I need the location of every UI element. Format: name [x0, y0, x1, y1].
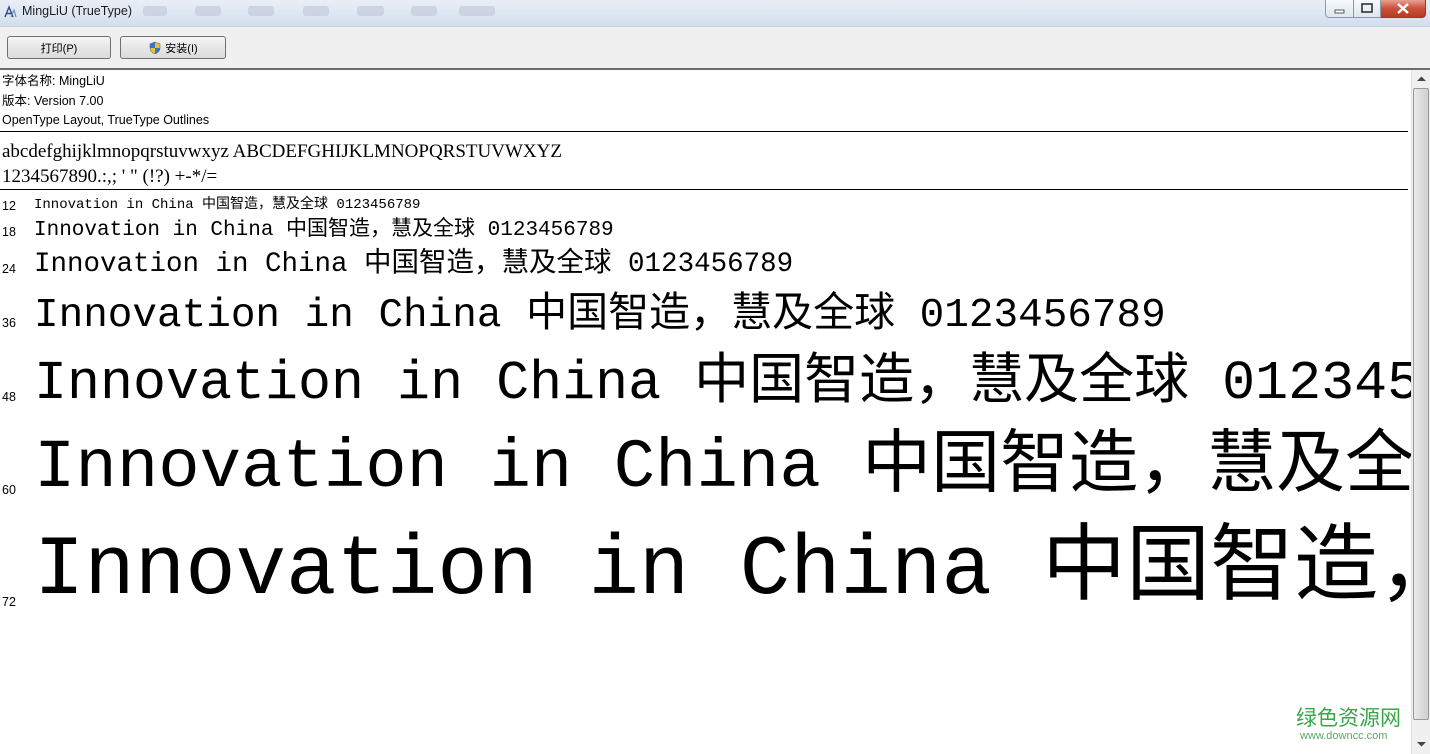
chevron-down-icon [1416, 741, 1426, 746]
charset-letters: abcdefghijklmnopqrstuvwxyz ABCDEFGHIJKLM… [2, 141, 562, 162]
sample-text: Innovation in China 中国智造，慧及全球 0123456789 [34, 352, 1411, 415]
font-name-line: 字体名称: MingLiU [2, 74, 105, 88]
blurred-menu-item [459, 6, 495, 16]
sample-text: Innovation in China 中国智造，慧及全球 0123456789 [34, 219, 614, 242]
scroll-up-button[interactable] [1412, 70, 1430, 87]
font-version-line: 版本: Version 7.00 [2, 93, 104, 108]
close-button[interactable] [1381, 0, 1426, 18]
font-info: 字体名称: MingLiU 版本: Version 7.00 OpenType … [2, 72, 209, 131]
size-label: 72 [2, 595, 16, 609]
sample-text: Innovation in China 中国智造，慧及全球 0123456789 [34, 293, 1166, 339]
uac-shield-icon [149, 41, 161, 54]
size-label: 24 [2, 262, 16, 276]
divider [0, 189, 1408, 190]
blurred-menu-item [195, 6, 221, 16]
minimize-button[interactable] [1325, 0, 1354, 18]
minimize-icon [1334, 9, 1345, 14]
chevron-up-icon [1416, 76, 1426, 81]
install-button-label: 安装(I) [165, 42, 198, 55]
title-bar[interactable]: MingLiU (TrueType) [0, 0, 1430, 27]
sample-text: Innovation in China 中国智造，慧及全球 0123456789 [34, 524, 1411, 619]
print-button-label: 打印(P) [40, 42, 78, 55]
blurred-menu-item [411, 6, 437, 16]
vertical-scrollbar[interactable] [1411, 70, 1430, 754]
size-label: 12 [2, 199, 16, 213]
scroll-down-button[interactable] [1412, 735, 1430, 752]
watermark-logo-text: 绿色资源网 [1296, 706, 1401, 730]
divider [0, 131, 1408, 132]
sample-text: Innovation in China 中国智造，慧及全球 0123456789 [34, 249, 794, 280]
blurred-menu-item [143, 6, 167, 16]
watermark-url: www.downcc.com [1300, 730, 1388, 742]
size-label: 60 [2, 483, 16, 497]
close-icon [1397, 3, 1409, 14]
font-preview-area: 字体名称: MingLiU 版本: Version 7.00 OpenType … [0, 70, 1411, 754]
window-title: MingLiU (TrueType) [22, 4, 132, 18]
sample-text: Innovation in China 中国智造，慧及全球 0123456789 [34, 429, 1411, 507]
font-type-line: OpenType Layout, TrueType Outlines [2, 113, 210, 127]
blurred-menu-item [248, 6, 274, 16]
toolbar: 打印(P) 安装(I) [0, 27, 1430, 70]
install-button[interactable]: 安装(I) [120, 36, 226, 59]
blurred-menu-item [303, 6, 329, 16]
print-button[interactable]: 打印(P) [7, 36, 111, 59]
sample-text: Innovation in China 中国智造，慧及全球 0123456789 [34, 197, 421, 213]
font-icon [4, 5, 17, 18]
scroll-thumb[interactable] [1413, 88, 1429, 720]
maximize-icon [1361, 3, 1373, 13]
charset-digits-symbols: 1234567890.:,; ' " (!?) +-*/= [2, 166, 218, 187]
size-label: 18 [2, 225, 16, 239]
blurred-menu-item [357, 6, 384, 16]
size-label: 48 [2, 390, 16, 404]
maximize-button[interactable] [1354, 0, 1381, 18]
window-controls [1325, 0, 1426, 18]
size-label: 36 [2, 316, 16, 330]
